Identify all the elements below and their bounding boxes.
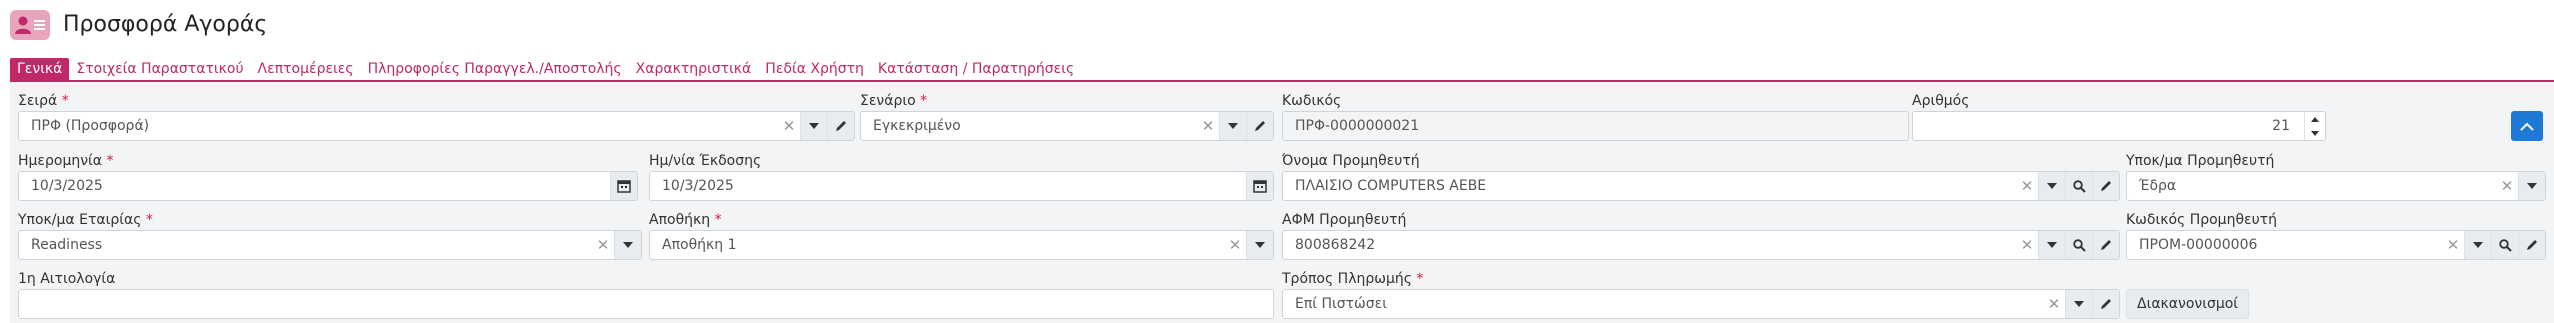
supplier-vat-field[interactable]: 800868242 ✕ — [1282, 230, 2120, 260]
scenario-label: Σενάριο * — [860, 93, 928, 109]
stepper-down-icon[interactable] — [2305, 126, 2325, 140]
code-field[interactable]: ΠΡΦ-0000000021 — [1282, 111, 1909, 141]
supplier-name-label: Όνομα Προμηθευτή — [1282, 153, 1420, 169]
payment-method-value: Επί Πιστώσει — [1295, 296, 1387, 312]
supplier-code-label: Κωδικός Προμηθευτή — [2126, 212, 2277, 228]
search-icon[interactable] — [2065, 231, 2092, 259]
search-icon[interactable] — [2065, 172, 2092, 200]
clear-icon[interactable]: ✕ — [778, 112, 800, 140]
number-stepper[interactable] — [2304, 112, 2325, 140]
warehouse-field[interactable]: Αποθήκη 1 ✕ — [649, 230, 1274, 260]
tab-characteristics[interactable]: Χαρακτηριστικά — [629, 58, 759, 80]
clear-icon[interactable]: ✕ — [592, 231, 614, 259]
company-branch-label: Υποκ/μα Εταιρίας * — [18, 212, 153, 228]
reason-label: 1η Αιτιολογία — [18, 271, 116, 287]
issue-date-value: 10/3/2025 — [662, 178, 734, 194]
supplier-name-value: ΠΛΑΙΣΙΟ COMPUTERS ΑΕΒΕ — [1295, 178, 1487, 194]
clear-icon[interactable]: ✕ — [2016, 172, 2038, 200]
tab-order-shipping-info[interactable]: Πληροφορίες Παραγγελ./Αποστολής — [361, 58, 629, 80]
edit-icon[interactable] — [1246, 112, 1273, 140]
number-value: 21 — [2272, 118, 2290, 134]
series-label: Σειρά * — [18, 93, 69, 109]
clear-icon[interactable]: ✕ — [2442, 231, 2464, 259]
chevron-down-icon[interactable] — [2464, 231, 2491, 259]
tab-document-details[interactable]: Στοιχεία Παραστατικού — [69, 58, 250, 80]
tab-general[interactable]: Γενικά — [10, 58, 70, 80]
warehouse-value: Αποθήκη 1 — [662, 237, 737, 253]
supplier-name-field[interactable]: ΠΛΑΙΣΙΟ COMPUTERS ΑΕΒΕ ✕ — [1282, 171, 2120, 201]
calendar-icon[interactable] — [1246, 172, 1273, 200]
scenario-field[interactable]: Εγκεκριμένο ✕ — [860, 111, 1274, 141]
chevron-down-icon[interactable] — [1246, 231, 1273, 259]
payment-method-label: Τρόπος Πληρωμής * — [1282, 271, 1424, 287]
clear-icon[interactable]: ✕ — [2043, 290, 2065, 318]
edit-icon[interactable] — [827, 112, 854, 140]
chevron-down-icon[interactable] — [800, 112, 827, 140]
number-field[interactable]: 21 — [1912, 111, 2326, 141]
page-title: Προσφορά Αγοράς — [63, 12, 268, 37]
edit-icon[interactable] — [2092, 172, 2119, 200]
company-branch-value: Readiness — [31, 237, 103, 253]
arrangements-button[interactable]: Διακανονισμοί — [2126, 289, 2250, 319]
scroll-up-button[interactable] — [2511, 111, 2543, 141]
chevron-down-icon[interactable] — [1219, 112, 1246, 140]
date-label: Ημερομηνία * — [18, 153, 114, 169]
supplier-code-value: ΠΡΟΜ-00000006 — [2139, 237, 2258, 253]
supplier-vat-label: ΑΦΜ Προμηθευτή — [1282, 212, 1407, 228]
tab-bar: Γενικά Στοιχεία Παραστατικού Λεπτομέρειε… — [10, 58, 1081, 80]
tab-details[interactable]: Λεπτομέρειες — [251, 58, 361, 80]
date-value: 10/3/2025 — [31, 178, 103, 194]
stepper-up-icon[interactable] — [2305, 112, 2325, 126]
code-label: Κωδικός — [1282, 93, 1342, 109]
edit-icon[interactable] — [2092, 231, 2119, 259]
chevron-down-icon[interactable] — [2518, 172, 2545, 200]
date-field[interactable]: 10/3/2025 — [18, 171, 638, 201]
clear-icon[interactable]: ✕ — [2016, 231, 2038, 259]
edit-icon[interactable] — [2092, 290, 2119, 318]
tab-status-notes[interactable]: Κατάσταση / Παρατηρήσεις — [871, 58, 1081, 80]
scenario-value: Εγκεκριμένο — [873, 118, 961, 134]
payment-method-field[interactable]: Επί Πιστώσει ✕ — [1282, 289, 2120, 319]
issue-date-field[interactable]: 10/3/2025 — [649, 171, 1274, 201]
warehouse-label: Αποθήκη * — [649, 212, 722, 228]
chevron-down-icon[interactable] — [2038, 172, 2065, 200]
issue-date-label: Ημ/νία Έκδοσης — [649, 153, 762, 169]
calendar-icon[interactable] — [610, 172, 637, 200]
user-list-icon — [10, 10, 50, 40]
supplier-branch-value: Έδρα — [2139, 178, 2177, 194]
number-label: Αριθμός — [1912, 93, 1970, 109]
edit-icon[interactable] — [2518, 231, 2545, 259]
tab-user-fields[interactable]: Πεδία Χρήστη — [758, 58, 871, 80]
chevron-down-icon[interactable] — [2038, 231, 2065, 259]
code-value: ΠΡΦ-0000000021 — [1295, 118, 1420, 134]
series-field[interactable]: ΠΡΦ (Προσφορά) ✕ — [18, 111, 855, 141]
supplier-vat-value: 800868242 — [1295, 237, 1376, 253]
supplier-branch-label: Υποκ/μα Προμηθευτή — [2126, 153, 2275, 169]
chevron-down-icon[interactable] — [2065, 290, 2092, 318]
supplier-branch-field[interactable]: Έδρα ✕ — [2126, 171, 2546, 201]
reason-input[interactable] — [18, 289, 1274, 319]
supplier-code-field[interactable]: ΠΡΟΜ-00000006 ✕ — [2126, 230, 2546, 260]
company-branch-field[interactable]: Readiness ✕ — [18, 230, 642, 260]
clear-icon[interactable]: ✕ — [1197, 112, 1219, 140]
clear-icon[interactable]: ✕ — [2496, 172, 2518, 200]
chevron-down-icon[interactable] — [614, 231, 641, 259]
series-value: ΠΡΦ (Προσφορά) — [31, 118, 150, 134]
clear-icon[interactable]: ✕ — [1224, 231, 1246, 259]
search-icon[interactable] — [2491, 231, 2518, 259]
